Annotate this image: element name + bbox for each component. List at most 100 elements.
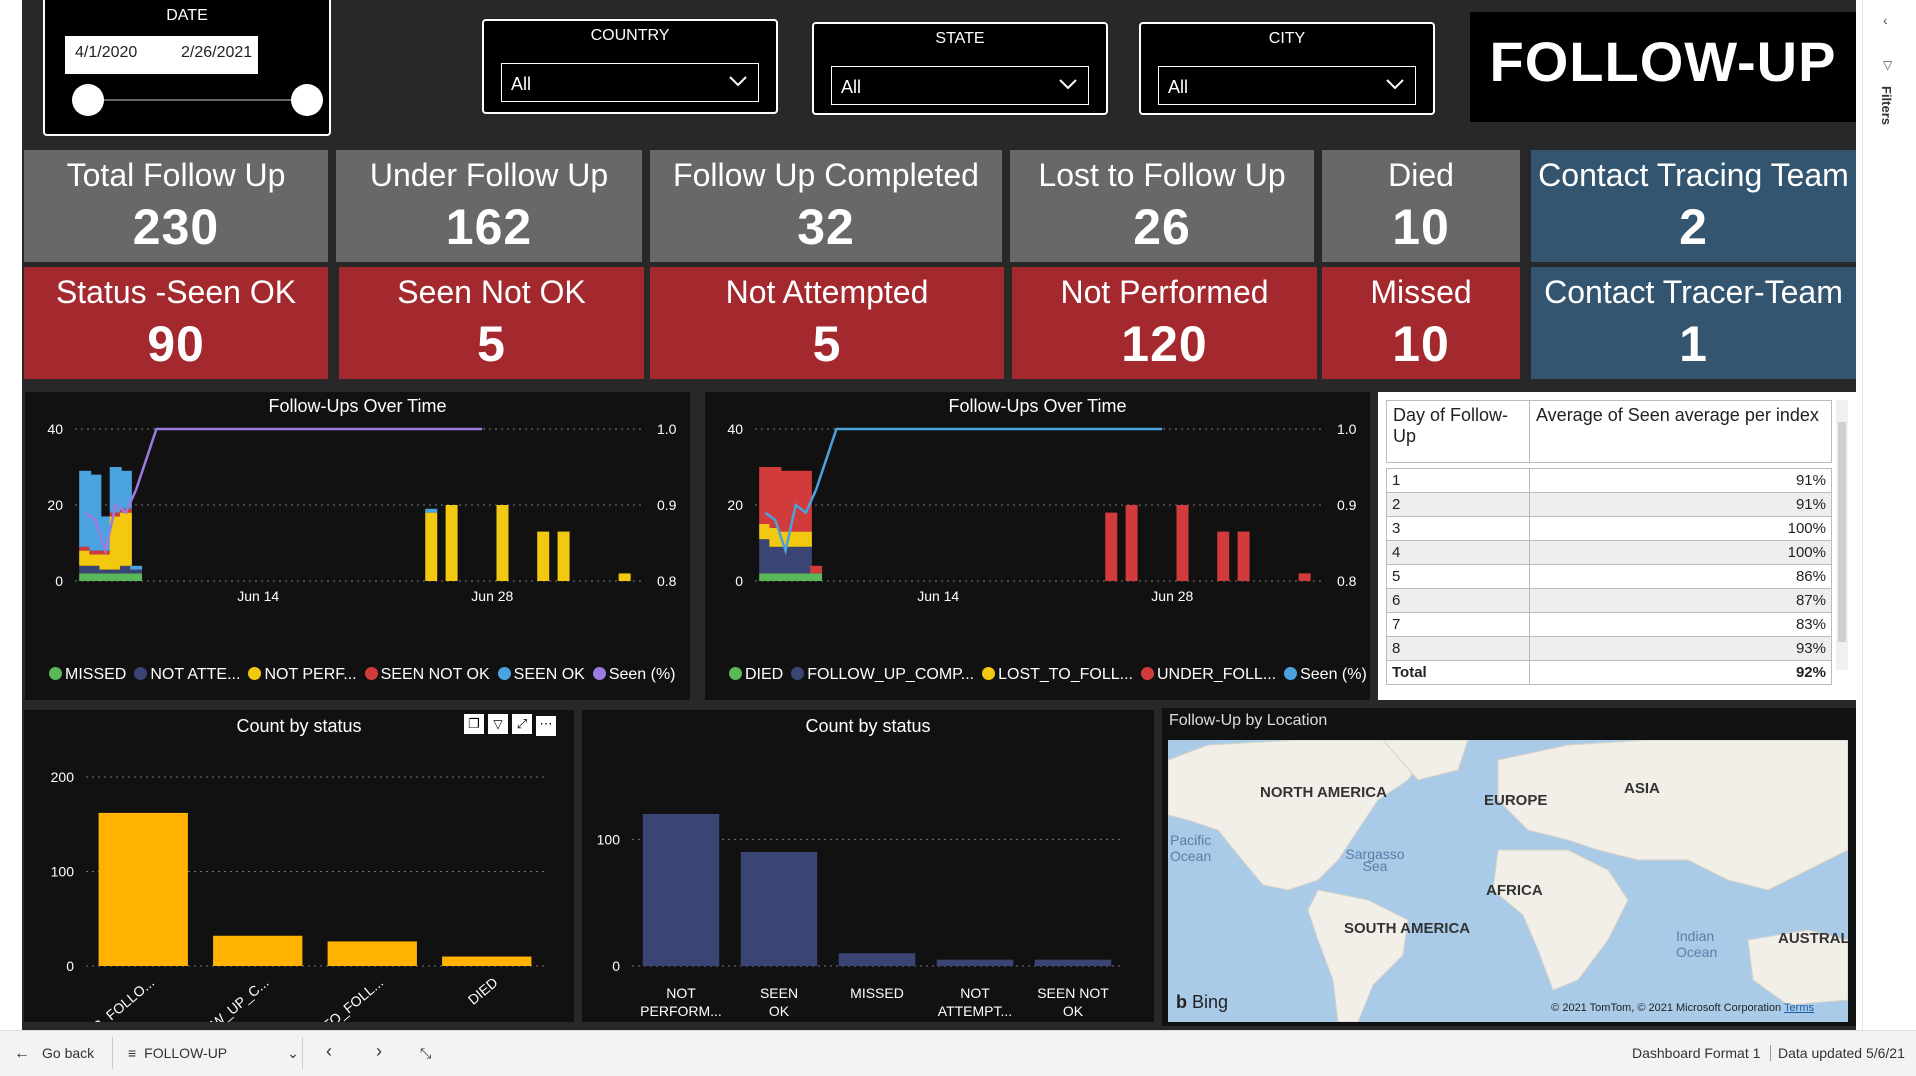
city-dropdown[interactable]: All	[1158, 66, 1416, 105]
follow-ups-over-time-chart-2[interactable]: Follow-Ups Over Time 0 20 40 0.8 0.9 1.0 Jun 1…	[705, 392, 1370, 700]
x-tick-label: MISSED	[850, 985, 904, 1001]
bar-chart-1-svg: 0 100 200 UNDER_FOLLO... FOLLOW_UP_C... LOST_…	[51, 769, 544, 1022]
bar	[936, 959, 1014, 966]
scroll-thumb[interactable]	[1838, 422, 1846, 642]
y-tick-label: 0	[612, 958, 620, 974]
divider	[1770, 1045, 1771, 1061]
country-slicer: COUNTRY All	[482, 19, 778, 114]
legend-item: Seen (%)	[1284, 666, 1367, 683]
data-updated-text: Data updated 5/6/21	[1778, 1045, 1905, 1061]
city-value: All	[1168, 77, 1189, 97]
card-label: Contact Tracer-Team	[1544, 274, 1843, 310]
x-tick-label: Jun 28	[471, 588, 513, 604]
date-range-track	[85, 99, 309, 101]
bar	[442, 956, 532, 966]
card-label: Lost to Follow Up	[1038, 157, 1286, 193]
focus-mode-icon[interactable]: ⤢	[512, 714, 532, 734]
filter-icon[interactable]: ▽	[488, 714, 508, 734]
seen-average-table[interactable]: Day of Follow-Up Average of Seen average…	[1386, 400, 1832, 696]
count-by-status-chart-1[interactable]: Count by status ❐ ▽ ⤢ ⋯ 0 100 200 UNDER_FOLLO.…	[24, 710, 574, 1022]
filters-label[interactable]: Filters	[1879, 86, 1894, 125]
previous-page-button[interactable]: ‹	[326, 1041, 332, 1062]
card-label: Not Performed	[1060, 274, 1269, 310]
legend-dot	[497, 667, 511, 680]
table-header-row: Day of Follow-Up Average of Seen average…	[1386, 400, 1832, 463]
legend-dot	[729, 667, 742, 680]
bar-segment	[425, 512, 438, 581]
card-label: Total Follow Up	[66, 157, 286, 193]
column-header[interactable]: Day of Follow-Up	[1386, 400, 1530, 463]
x-tick-label: Jun 28	[1151, 588, 1193, 604]
date-start-handle[interactable]	[72, 84, 104, 116]
legend-dot	[592, 667, 606, 680]
expand-chevron-icon[interactable]: ‹	[1883, 12, 1888, 28]
bar-segment	[799, 531, 812, 547]
seen-percent-line	[84, 427, 483, 556]
end-date-input[interactable]: 2/26/2021	[171, 36, 258, 74]
divider	[302, 1037, 303, 1069]
terms-link[interactable]: Terms	[1784, 1002, 1814, 1014]
report-name: Dashboard Format 1	[1632, 1045, 1761, 1061]
count-by-status-chart-2[interactable]: Count by status 0 100 NOT PERFORM... SEEN OK M…	[582, 710, 1154, 1022]
page-title-box: FOLLOW-UP	[1470, 12, 1856, 122]
legend-item: SEEN NOT OK	[364, 666, 490, 683]
map-copyright: © 2021 TomTom, © 2021 Microsoft Corporat…	[1551, 1002, 1814, 1014]
go-back-button[interactable]: ← Go back	[14, 1045, 94, 1063]
table-row: 2 91%	[1386, 492, 1832, 517]
date-end-handle[interactable]	[291, 84, 323, 116]
bar-chart-2-svg: 0 100 NOT PERFORM... SEEN OK MISSED NOT ATTEMPT.…	[597, 814, 1122, 1019]
page-title: FOLLOW-UP	[1489, 30, 1837, 93]
page-list-icon: ≡	[128, 1045, 137, 1061]
map-label: ASIA	[1624, 780, 1660, 797]
y2-tick-label: 1.0	[1337, 421, 1357, 437]
card-value: 230	[132, 199, 220, 255]
y-tick-label: 0	[735, 573, 743, 589]
back-arrow-icon: ←	[14, 1045, 30, 1062]
x-tick-label: DIED	[465, 974, 501, 1008]
follow-up-by-location-map[interactable]: Follow-Up by Location NORTH AMERICA EURO…	[1162, 708, 1856, 1026]
x-tick-label: SEEN NOT OK	[1037, 985, 1109, 1019]
card-seen-not-ok: Seen Not OK 5	[339, 267, 644, 379]
card-total-follow-up: Total Follow Up 230	[24, 150, 328, 262]
column-header[interactable]: Average of Seen average per index	[1529, 400, 1832, 463]
bar-segment	[618, 573, 631, 581]
south-america-landmass	[1307, 889, 1409, 1022]
africa-landmass	[1492, 849, 1629, 991]
filters-pane-collapsed[interactable]: ‹ ▽ Filters	[1862, 0, 1916, 1030]
bar-segment	[130, 569, 143, 574]
start-date-input[interactable]: 4/1/2020	[65, 36, 171, 74]
table-scrollbar[interactable]	[1836, 400, 1848, 670]
bar-segment	[557, 531, 570, 581]
follow-ups-over-time-chart-1[interactable]: Follow-Ups Over Time 0 20 40 0.8 0.9 1.0 Jun 1…	[25, 392, 690, 700]
y-tick-label: 0	[55, 573, 63, 589]
card-contact-tracer-team: Contact Tracer-Team 1	[1531, 267, 1856, 379]
map-title: Follow-Up by Location	[1169, 712, 1328, 729]
exit-full-screen-icon[interactable]: ⤡	[420, 1045, 431, 1062]
y2-tick-label: 0.9	[657, 497, 677, 513]
country-dropdown[interactable]: All	[501, 63, 759, 102]
bar-segment	[445, 505, 458, 581]
y2-tick-label: 0.9	[1337, 497, 1357, 513]
date-slicer[interactable]: DATE 4/1/2020 2/26/2021	[43, 0, 331, 136]
legend-item: NOT PERF...	[248, 666, 357, 683]
legend-dot	[364, 667, 378, 680]
copy-icon[interactable]: ❐	[464, 714, 484, 734]
state-slicer-title: STATE	[935, 30, 985, 47]
next-page-button[interactable]: ›	[376, 1041, 382, 1062]
bing-logo: b Bing	[1176, 992, 1229, 1012]
state-dropdown[interactable]: All	[831, 66, 1089, 105]
table-row: 3 100%	[1386, 516, 1832, 541]
legend-dot	[134, 667, 148, 680]
divider	[112, 1037, 113, 1069]
date-slicer-title: DATE	[166, 7, 208, 24]
page-selector[interactable]: ≡ FOLLOW-UP ⌄	[128, 1045, 299, 1062]
card-label: Seen Not OK	[397, 274, 586, 310]
table-row: 1 91%	[1386, 468, 1832, 493]
filter-funnel-icon: ▽	[1883, 58, 1893, 72]
map-canvas[interactable]: NORTH AMERICA EUROPE ASIA AFRICA SOUTH A…	[1168, 740, 1848, 1022]
card-value: 10	[1392, 199, 1450, 255]
bar-segment	[425, 508, 438, 513]
city-slicer: CITY All	[1139, 22, 1435, 115]
legend-dot	[982, 667, 996, 680]
bar	[838, 953, 916, 966]
